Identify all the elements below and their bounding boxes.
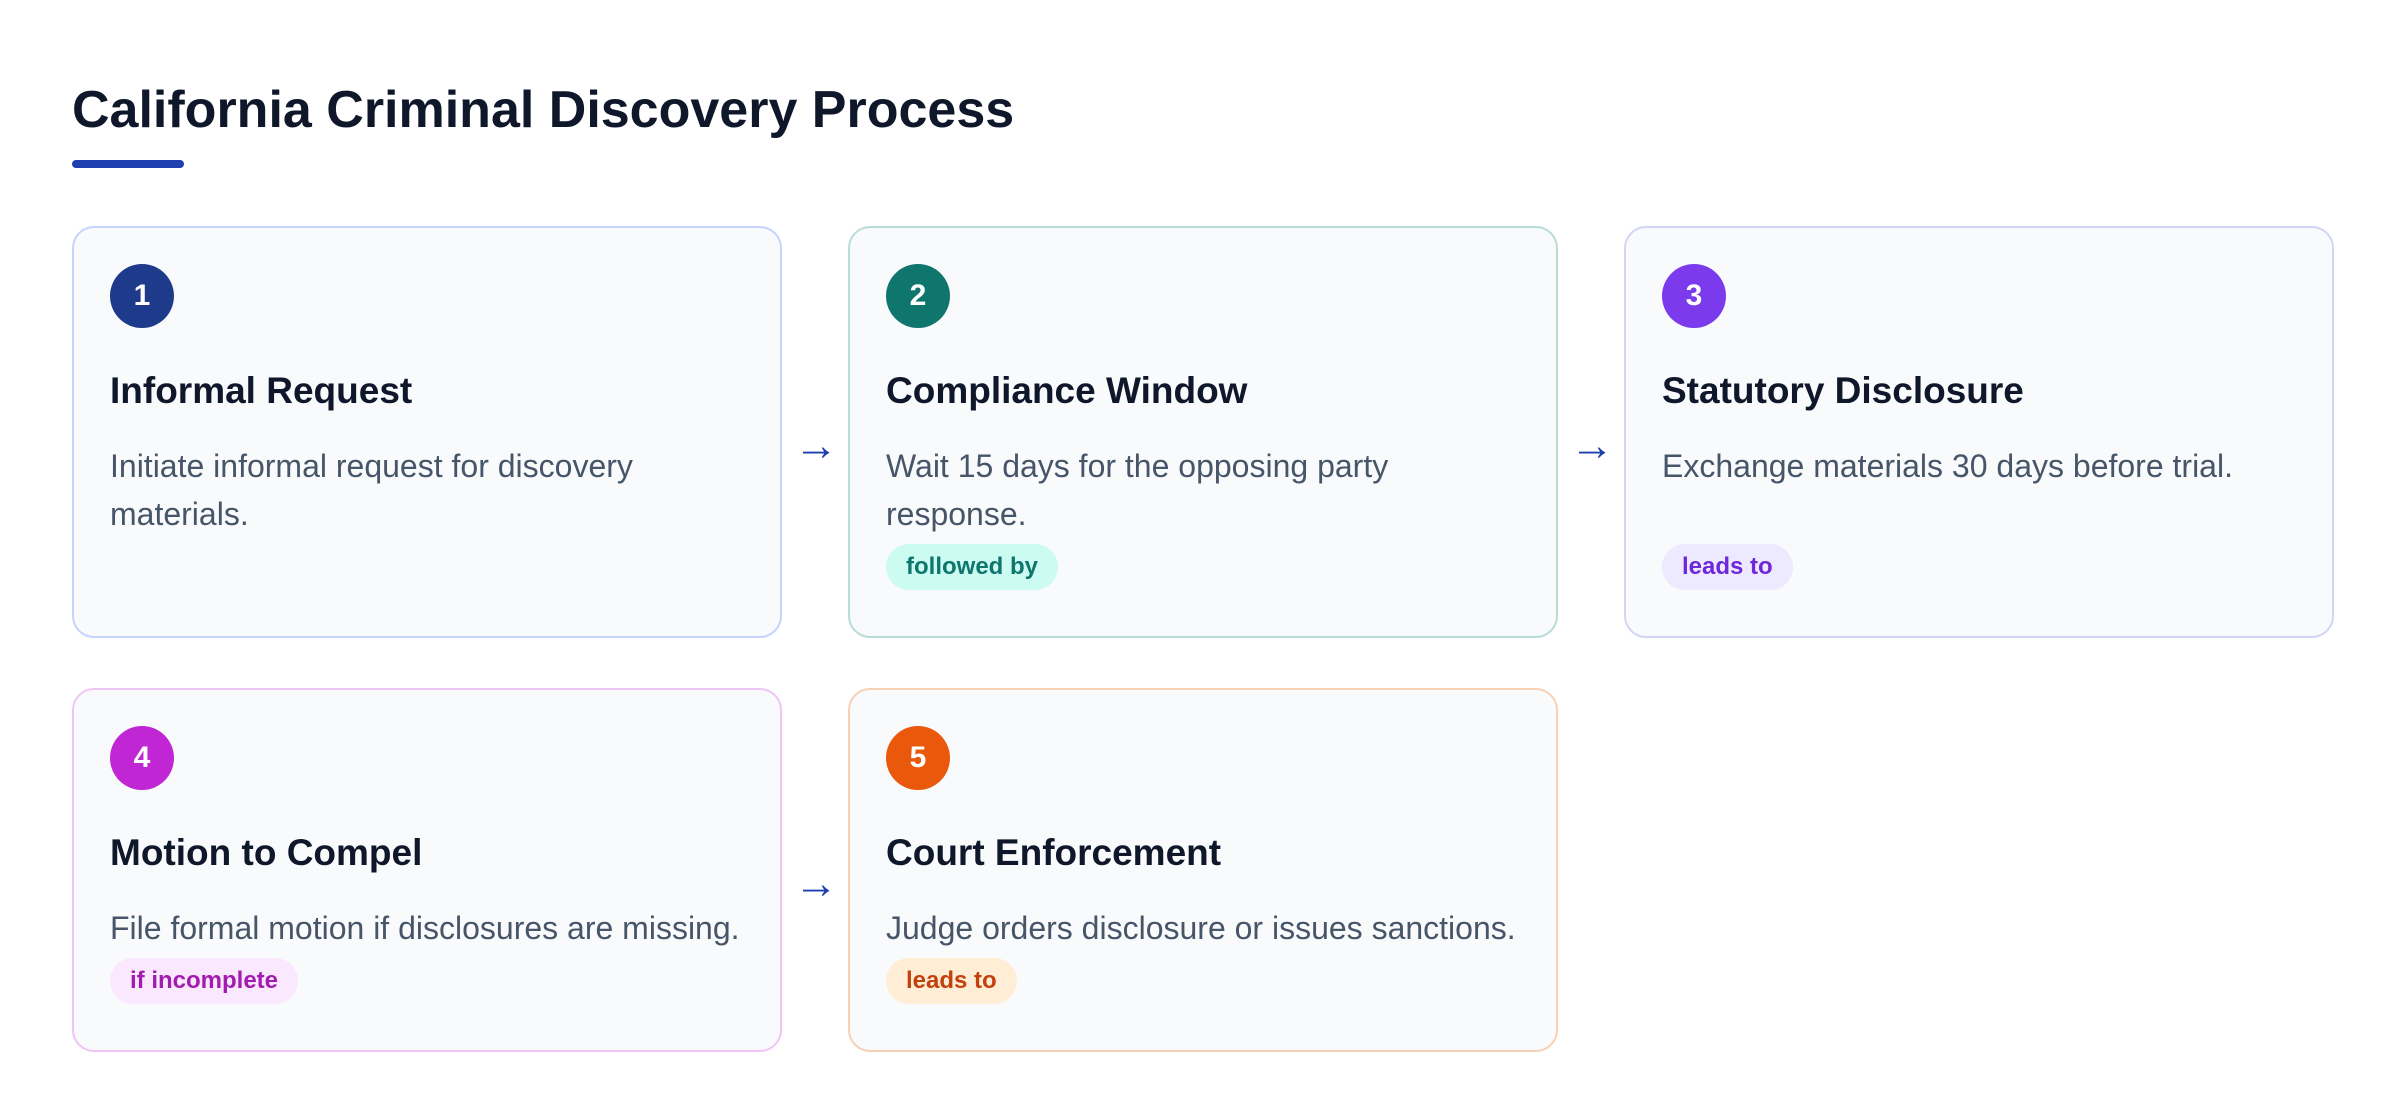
- step-description: Wait 15 days for the opposing party resp…: [886, 448, 1389, 532]
- title-underline: [72, 160, 184, 168]
- step-relation-tag: followed by: [886, 544, 1058, 590]
- step-number-badge: 1: [110, 264, 174, 328]
- step-card-1: 1 Informal Request Initiate informal req…: [72, 226, 782, 638]
- step-card-2: 2 Compliance Window Wait 15 days for the…: [848, 226, 1558, 638]
- step-number-badge: 4: [110, 726, 174, 790]
- flow-arrow-4-5: →: [794, 859, 838, 908]
- step-description: Exchange materials 30 days before trial.: [1662, 448, 2233, 484]
- step-number-badge: 2: [886, 264, 950, 328]
- step-title: Motion to Compel: [110, 832, 423, 873]
- step-card-5: 5 Court Enforcement Judge orders disclos…: [848, 688, 1558, 1052]
- step-relation-tag: leads to: [1662, 544, 1793, 590]
- flow-arrow-2-3: →: [1570, 421, 1614, 470]
- step-title: Court Enforcement: [886, 832, 1222, 873]
- step-description: Judge orders disclosure or issues sancti…: [886, 910, 1516, 946]
- step-title: Statutory Disclosure: [1662, 370, 2024, 411]
- step-description: File formal motion if disclosures are mi…: [110, 910, 740, 946]
- step-relation-tag: leads to: [886, 958, 1017, 1004]
- step-title: Informal Request: [110, 370, 413, 411]
- step-number-badge: 5: [886, 726, 950, 790]
- step-card-4: 4 Motion to Compel File formal motion if…: [72, 688, 782, 1052]
- flow-arrow-1-2: →: [794, 421, 838, 470]
- step-description: Initiate informal request for discovery …: [110, 448, 633, 532]
- step-relation-tag: if incomplete: [110, 958, 299, 1004]
- step-title: Compliance Window: [886, 370, 1248, 411]
- step-number-badge: 3: [1662, 264, 1726, 328]
- page-title: California Criminal Discovery Process: [72, 81, 1015, 139]
- step-card-3: 3 Statutory Disclosure Exchange material…: [1624, 226, 2334, 638]
